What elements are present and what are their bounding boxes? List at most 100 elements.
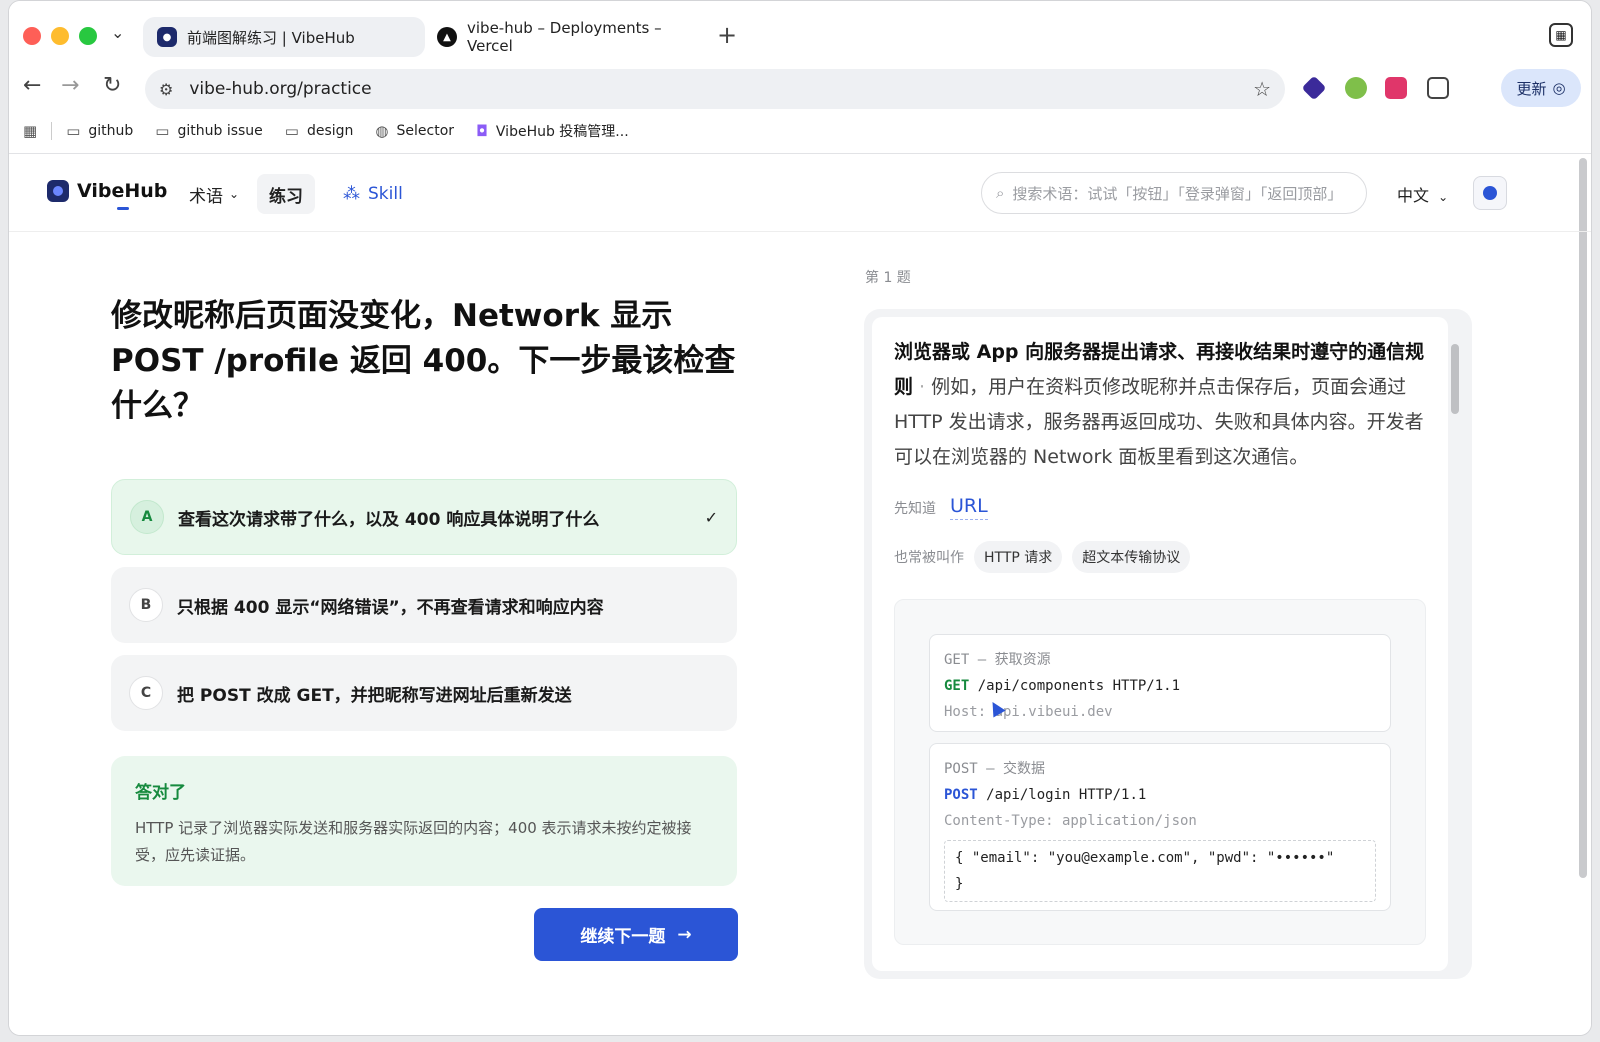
bookmark-label: VibeHub 投稿管理...: [495, 124, 629, 140]
bookmark-star-icon[interactable]: ☆: [1253, 77, 1271, 101]
page-scrollbar[interactable]: [1579, 158, 1587, 878]
apps-grid-icon[interactable]: ▦: [23, 122, 37, 140]
bookmark-label: Selector: [396, 123, 455, 139]
browser-window: ⌄ ● 前端图解练习 | VibeHub ▲ vibe-hub – Deploy…: [8, 0, 1592, 1036]
web-page: VibeHub 术语 ⌄ 练习 ⁂ Skill ⌕ 搜索术语：试试「按钮」「登录…: [9, 154, 1591, 1035]
next-label: 继续下一题: [580, 927, 666, 947]
question-title: 修改昵称后页面没变化，Network 显示 POST /profile 返回 4…: [111, 298, 736, 424]
search-icon: ⌕: [996, 184, 1005, 202]
brand-logo[interactable]: VibeHub: [47, 180, 167, 202]
request-header: Host: api.vibeui.dev: [944, 704, 1113, 720]
request-path: /api/components HTTP/1.1: [977, 678, 1181, 694]
tab-vibehub[interactable]: ● 前端图解练习 | VibeHub: [143, 17, 425, 57]
update-label: 更新: [1516, 79, 1547, 98]
option-a[interactable]: A 查看这次请求带了什么，以及 400 响应具体说明了什么 ✓: [111, 479, 737, 555]
reload-icon[interactable]: ↻: [103, 73, 121, 98]
example-title: GET — 获取资源: [944, 652, 1051, 668]
bookmark-selector[interactable]: ◍ Selector: [375, 122, 454, 140]
search-placeholder: 搜索术语：试试「按钮」「登录弹窗」「返回顶部」: [1012, 184, 1343, 203]
chevron-down-icon: ⌄: [1438, 190, 1449, 204]
request-line: POST /api/login HTTP/1.1: [944, 782, 1376, 808]
language-label: 中文: [1397, 186, 1430, 205]
extension-translate-icon[interactable]: [1385, 77, 1407, 99]
option-c[interactable]: C 把 POST 改成 GET，并把昵称写进网址后重新发送: [111, 655, 737, 731]
nav-terms-dropdown[interactable]: 术语 ⌄: [177, 174, 251, 214]
new-tab-button[interactable]: +: [717, 21, 737, 49]
request-body: { "email": "you@example.com", "pwd": "••…: [944, 840, 1376, 902]
theme-dot-icon: [1483, 186, 1497, 200]
chevron-down-icon: ⌄: [229, 187, 240, 201]
extension-green-icon[interactable]: [1345, 77, 1367, 99]
folder-icon: ▭: [66, 122, 81, 140]
vibehub-favicon-icon: ●: [157, 27, 177, 47]
back-arrow-icon[interactable]: ←: [23, 73, 41, 98]
arrow-right-icon: →: [677, 924, 692, 945]
active-indicator: [117, 207, 129, 210]
body-line: { "email": "you@example.com", "pwd": "••…: [955, 850, 1335, 866]
bookmark-vibehub-admin[interactable]: ◘ VibeHub 投稿管理...: [476, 121, 629, 141]
bookmark-design[interactable]: ▭ design: [285, 122, 354, 140]
extensions-puzzle-icon[interactable]: [1427, 77, 1449, 99]
vercel-favicon-icon: ▲: [437, 27, 457, 47]
bookmark-label: github issue: [177, 123, 263, 139]
app-icon: ◘: [476, 122, 488, 140]
tab-title: 前端图解练习 | VibeHub: [187, 28, 355, 47]
method-get: GET: [944, 678, 970, 694]
body-line: }: [955, 876, 964, 892]
tab-strip: ⌄ ● 前端图解练习 | VibeHub ▲ vibe-hub – Deploy…: [9, 1, 1591, 71]
question-number: 第 1 题: [865, 270, 911, 286]
folder-icon: ▭: [155, 122, 170, 140]
card-scrollbar[interactable]: [1451, 344, 1459, 414]
forward-arrow-icon[interactable]: →: [61, 73, 79, 98]
minimize-window-button[interactable]: [51, 27, 69, 45]
nav-label: Skill: [368, 184, 403, 204]
address-bar[interactable]: ⚙ vibe-hub.org/practice ☆: [145, 69, 1285, 109]
option-letter: A: [130, 500, 164, 534]
site-settings-icon[interactable]: ⚙: [159, 80, 173, 99]
aka-label: 也常被叫作: [894, 550, 964, 566]
option-text: 查看这次请求带了什么，以及 400 响应具体说明了什么: [178, 509, 600, 530]
request-path: /api/login HTTP/1.1: [986, 787, 1147, 803]
prereq-link-url[interactable]: URL: [950, 495, 988, 520]
aka-chip[interactable]: HTTP 请求: [974, 541, 1063, 573]
extension-diamond-icon[interactable]: [1301, 75, 1327, 101]
bookmark-separator: [51, 122, 53, 140]
method-post: POST: [944, 787, 978, 803]
aka-chip[interactable]: 超文本传输协议: [1072, 541, 1191, 573]
term-definition: 浏览器或 App 向服务器提出请求、再接收结果时遵守的通信规则 · 例如，用户在资料…: [894, 335, 1426, 475]
theme-toggle-button[interactable]: [1473, 176, 1507, 210]
bookmark-github-issue[interactable]: ▭ github issue: [155, 122, 263, 140]
post-example: POST — 交数据 POST /api/login HTTP/1.1 Cont…: [929, 743, 1391, 911]
folder-icon: ▭: [284, 122, 299, 140]
feedback-title: 答对了: [135, 783, 186, 803]
check-icon: ✓: [704, 507, 718, 527]
vibehub-logo-icon: [47, 180, 69, 202]
nav-practice[interactable]: 练习: [257, 174, 315, 214]
tab-title: vibe-hub – Deployments – Vercel: [467, 19, 662, 55]
language-select[interactable]: 中文 ⌄: [1397, 182, 1448, 206]
request-header: Content-Type: application/json: [944, 813, 1197, 829]
option-letter: B: [129, 588, 163, 622]
tab-search-icon[interactable]: ▦: [1549, 23, 1573, 47]
next-question-button[interactable]: 继续下一题 →: [534, 908, 738, 961]
close-window-button[interactable]: [23, 27, 41, 45]
bookmark-github[interactable]: ▭ github: [66, 122, 133, 140]
maximize-window-button[interactable]: [79, 27, 97, 45]
bookmark-label: design: [306, 123, 354, 139]
bookmarks-bar: ▦ ▭ github ▭ github issue ▭ design ◍ Sel…: [9, 113, 1591, 149]
bookmark-label: github: [88, 123, 134, 139]
http-examples-panel: GET — 获取资源 GET /api/components HTTP/1.1 …: [894, 599, 1426, 945]
option-b[interactable]: B 只根据 400 显示“网络错误”，不再查看请求和响应内容: [111, 567, 737, 643]
tab-vercel[interactable]: ▲ vibe-hub – Deployments – Vercel: [423, 17, 723, 57]
skill-icon: ⁂: [343, 184, 360, 204]
option-text: 把 POST 改成 GET，并把昵称写进网址后重新发送: [177, 685, 572, 706]
site-header: VibeHub 术语 ⌄ 练习 ⁂ Skill ⌕ 搜索术语：试试「按钮」「登录…: [9, 154, 1591, 232]
get-example: GET — 获取资源 GET /api/components HTTP/1.1 …: [929, 634, 1391, 732]
term-search-input[interactable]: ⌕ 搜索术语：试试「按钮」「登录弹窗」「返回顶部」: [981, 172, 1367, 214]
tab-list-chevron-icon[interactable]: ⌄: [111, 23, 124, 42]
prereq-label: 先知道: [894, 500, 936, 517]
browser-toolbar: ← → ↻ ⚙ vibe-hub.org/practice ☆ 更新 ◎: [9, 63, 1591, 111]
update-button[interactable]: 更新 ◎: [1501, 69, 1581, 107]
nav-skill[interactable]: ⁂ Skill: [331, 174, 415, 214]
definition-rest: 例如，用户在资料页修改昵称并点击保存后，页面会通过 HTTP 发出请求，服务器再…: [894, 376, 1424, 468]
